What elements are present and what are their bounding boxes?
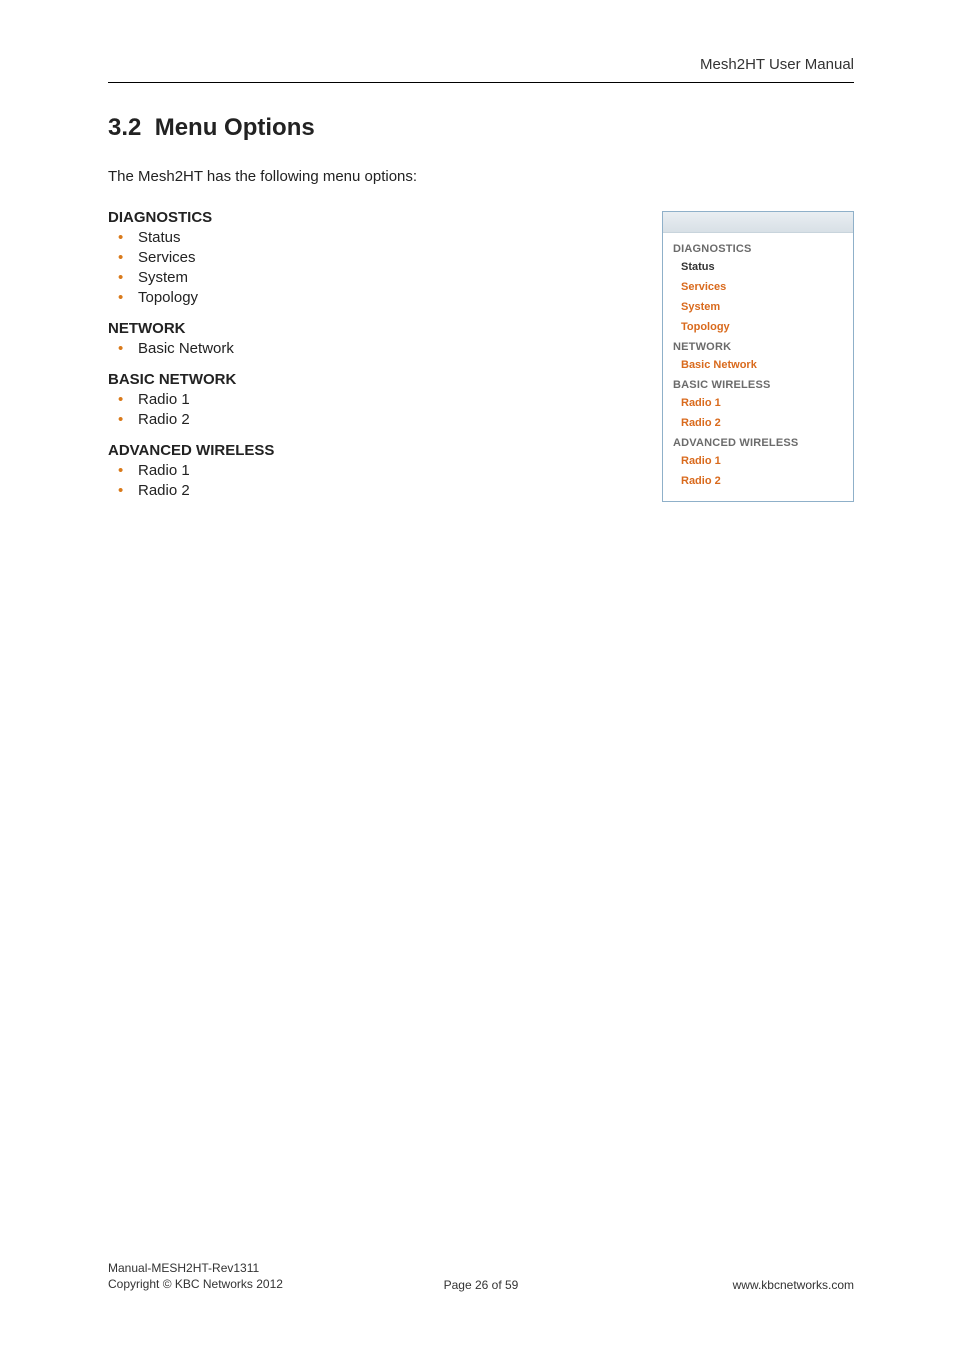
- list-item: Topology: [108, 288, 632, 308]
- panel-item-topology[interactable]: Topology: [681, 321, 843, 333]
- category-list: Radio 1 Radio 2: [108, 461, 632, 501]
- header-right: Mesh2HT User Manual: [700, 56, 854, 73]
- intro-text: The Mesh2HT has the following menu optio…: [108, 168, 854, 185]
- panel-group-header: DIAGNOSTICS: [673, 243, 843, 255]
- panel-item-radio-2[interactable]: Radio 2: [681, 417, 843, 429]
- list-item: Status: [108, 228, 632, 248]
- panel-body: DIAGNOSTICS Status Services System Topol…: [663, 233, 853, 501]
- list-item: System: [108, 268, 632, 288]
- footer-right: www.kbcnetworks.com: [733, 1278, 854, 1292]
- panel-topbar: [663, 212, 853, 233]
- list-item: Services: [108, 248, 632, 268]
- content-columns: DIAGNOSTICS Status Services System Topol…: [108, 209, 854, 513]
- header-rule: [108, 82, 854, 83]
- menu-screenshot: DIAGNOSTICS Status Services System Topol…: [662, 211, 854, 502]
- panel-item-status[interactable]: Status: [681, 261, 843, 273]
- panel-item-services[interactable]: Services: [681, 281, 843, 293]
- section-number: 3.2: [108, 114, 141, 141]
- panel-group-header: NETWORK: [673, 341, 843, 353]
- section-title: Menu Options: [155, 114, 315, 141]
- list-item: Radio 1: [108, 461, 632, 481]
- list-item: Radio 2: [108, 481, 632, 501]
- panel-group-header: BASIC WIRELESS: [673, 379, 843, 391]
- category-list: Basic Network: [108, 339, 632, 359]
- panel-item-system[interactable]: System: [681, 301, 843, 313]
- category-heading: DIAGNOSTICS: [108, 209, 632, 226]
- category-heading: NETWORK: [108, 320, 632, 337]
- category-list: Radio 1 Radio 2: [108, 390, 632, 430]
- footer-manual-id: Manual-MESH2HT-Rev1311: [108, 1261, 259, 1275]
- category-list: Status Services System Topology: [108, 228, 632, 308]
- list-item: Radio 2: [108, 410, 632, 430]
- section-heading: 3.2 Menu Options: [108, 114, 854, 142]
- left-column: DIAGNOSTICS Status Services System Topol…: [108, 209, 632, 513]
- panel-item-radio-1[interactable]: Radio 1: [681, 455, 843, 467]
- list-item: Basic Network: [108, 339, 632, 359]
- category-heading: ADVANCED WIRELESS: [108, 442, 632, 459]
- category-heading: BASIC NETWORK: [108, 371, 632, 388]
- page: Mesh2HT User Manual 3.2 Menu Options The…: [0, 0, 954, 1350]
- list-item: Radio 1: [108, 390, 632, 410]
- panel-group-header: ADVANCED WIRELESS: [673, 437, 843, 449]
- panel-item-basic-network[interactable]: Basic Network: [681, 359, 843, 371]
- panel-item-radio-2[interactable]: Radio 2: [681, 475, 843, 487]
- panel-item-radio-1[interactable]: Radio 1: [681, 397, 843, 409]
